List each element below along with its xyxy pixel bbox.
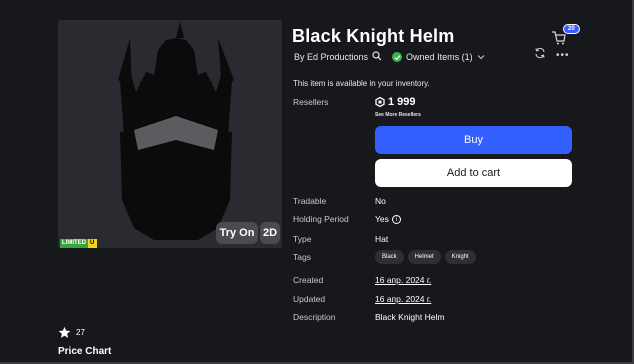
holding-period-label: Holding Period [293,214,349,224]
unique-label: U [88,239,98,248]
info-icon[interactable]: i [391,215,401,225]
view-2d-button[interactable]: 2D [260,222,280,244]
favorite-count: 27 [76,328,85,337]
type-value: Hat [375,234,389,244]
item-page: Try On 2D LIMITED U Black Knight Helm By… [0,0,634,364]
tags-list: Black Helmet Knight [375,250,476,264]
refresh-icon[interactable] [534,47,546,59]
item-thumbnail: Try On 2D [58,20,282,248]
item-title: Black Knight Helm [292,26,455,46]
see-more-resellers-link[interactable]: See More Resellers [375,112,421,118]
favorite-button[interactable]: 27 [58,326,85,339]
buy-button[interactable]: Buy [375,126,572,154]
availability-text: This item is available in your inventory… [293,79,430,88]
try-on-button[interactable]: Try On [216,222,258,244]
description-label: Description [293,312,336,322]
holding-period: Yes i [375,214,401,225]
holding-period-value: Yes [375,214,389,224]
owned-items-dropdown[interactable]: Owned Items (1) [406,52,473,62]
creator-link[interactable]: By Ed Productions [294,52,368,62]
robux-icon [375,97,385,107]
cart-count-badge: 20 [563,24,580,34]
price-value: 1 999 [388,96,416,108]
check-circle-icon [392,52,403,62]
price-chart-heading: Price Chart [58,346,112,357]
updated-value: 16 апр. 2024 г. [375,294,432,304]
limited-label: LIMITED [60,239,88,248]
helm-image [118,22,234,240]
created-label: Created [293,275,324,285]
tag-helmet[interactable]: Helmet [407,250,441,264]
limited-badge: LIMITED U [60,239,98,248]
star-icon [58,326,71,338]
tags-label: Tags [293,252,311,262]
description-value: Black Knight Helm [375,312,445,322]
type-label: Type [293,234,312,244]
more-icon[interactable]: ••• [556,50,570,61]
byline: By Ed Productions Owned Items (1) [294,51,485,63]
search-icon[interactable] [372,51,382,63]
tradable-label: Tradable [293,196,327,206]
tag-black[interactable]: Black [375,250,404,264]
add-to-cart-button[interactable]: Add to cart [375,159,572,187]
updated-label: Updated [293,294,326,304]
tradable-value: No [375,196,386,206]
resellers-label: Resellers [293,97,329,107]
chevron-down-icon[interactable] [477,52,485,62]
created-value: 16 апр. 2024 г. [375,275,432,285]
tag-knight[interactable]: Knight [444,250,476,264]
cart-button[interactable]: 20 [551,24,581,46]
reseller-price: 1 999 [375,96,416,108]
